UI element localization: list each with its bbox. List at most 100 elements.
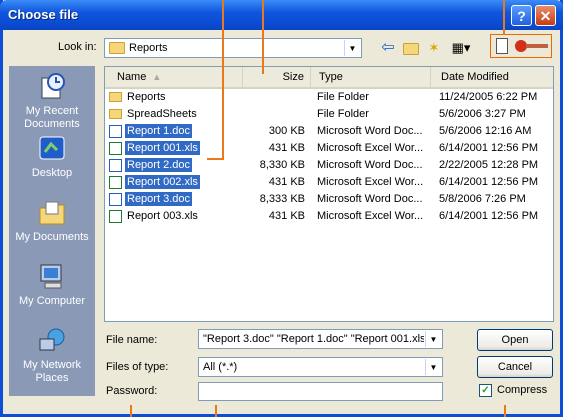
excel-spreadsheet-icon xyxy=(109,141,122,155)
excel-spreadsheet-icon xyxy=(109,175,122,189)
file-size: 431 KB xyxy=(268,210,305,222)
password-label: Password: xyxy=(106,385,158,397)
place-my-recent-documents[interactable]: My Recent Documents xyxy=(9,72,95,131)
my-computer-icon xyxy=(40,264,62,289)
file-size: 431 KB xyxy=(268,142,305,154)
file-name[interactable]: Reports xyxy=(125,90,168,104)
new-folder-icon[interactable]: ✶ xyxy=(426,40,442,56)
file-row[interactable]: Reports File Folder 11/24/2005 6:22 PM xyxy=(105,89,553,106)
close-button[interactable]: ✕ xyxy=(535,5,556,26)
password-field[interactable] xyxy=(198,382,443,401)
file-name[interactable]: Report 002.xls xyxy=(125,175,200,189)
column-header-size[interactable]: Size xyxy=(243,67,311,87)
file-date-modified: 5/6/2006 3:27 PM xyxy=(439,108,526,120)
folder-icon xyxy=(109,109,122,120)
file-date-modified: 6/14/2001 12:56 PM xyxy=(439,210,539,222)
file-row[interactable]: Report 001.xls 431 KB Microsoft Excel Wor.… xyxy=(105,140,553,157)
folder-icon xyxy=(109,42,125,55)
file-name-value[interactable]: "Report 3.doc" "Report 1.doc" "Report 00… xyxy=(203,333,424,345)
place-label: My Computer xyxy=(18,295,86,307)
callout-line xyxy=(222,0,224,160)
sort-ascending-icon: ▲ xyxy=(152,72,162,82)
file-type: File Folder xyxy=(317,91,369,103)
place-desktop[interactable]: Desktop xyxy=(9,134,95,180)
desktop-icon xyxy=(39,136,65,160)
file-date-modified: 2/22/2005 12:28 PM xyxy=(439,159,539,171)
place-my-computer[interactable]: My Computer xyxy=(9,262,95,308)
file-list-header: Name ▲ Size Type Date Modified xyxy=(105,67,553,89)
callout-line xyxy=(130,405,132,417)
file-size: 8,333 KB xyxy=(259,193,305,205)
chevron-down-icon[interactable]: ▼ xyxy=(425,359,441,375)
callout-line xyxy=(504,405,506,417)
views-menu-icon[interactable]: ▦▾ xyxy=(450,40,472,56)
place-label: My Recent Documents xyxy=(24,105,80,130)
file-type: Microsoft Excel Wor... xyxy=(317,210,424,222)
column-header-date-modified[interactable]: Date Modified xyxy=(431,67,553,87)
network-places-icon xyxy=(39,328,65,351)
file-row[interactable]: Report 1.doc 300 KB Microsoft Word Doc... 5… xyxy=(105,123,553,140)
word-document-icon xyxy=(109,192,122,206)
file-name[interactable]: SpreadSheets xyxy=(125,107,199,121)
file-type: Microsoft Word Doc... xyxy=(317,193,423,205)
file-type: Microsoft Word Doc... xyxy=(317,125,423,137)
look-in-label: Look in: xyxy=(58,41,97,53)
file-type: Microsoft Word Doc... xyxy=(317,159,423,171)
files-of-type-value: All (*.*) xyxy=(203,361,238,373)
file-date-modified: 6/14/2001 12:56 PM xyxy=(439,176,539,188)
chevron-down-icon[interactable]: ▼ xyxy=(344,40,360,56)
file-row[interactable]: Report 003.xls 431 KB Microsoft Excel Wor.… xyxy=(105,208,553,225)
file-type: Microsoft Excel Wor... xyxy=(317,142,424,154)
file-name[interactable]: Report 2.doc xyxy=(125,158,192,172)
file-row[interactable]: Report 3.doc 8,333 KB Microsoft Word Doc..… xyxy=(105,191,553,208)
place-label: My Network Places xyxy=(22,359,82,384)
place-my-documents[interactable]: My Documents xyxy=(9,198,95,244)
file-size: 8,330 KB xyxy=(259,159,305,171)
word-document-icon xyxy=(109,158,122,172)
file-name-input[interactable]: "Report 3.doc" "Report 1.doc" "Report 00… xyxy=(198,329,443,349)
file-name[interactable]: Report 3.doc xyxy=(125,192,192,206)
file-list[interactable]: Name ▲ Size Type Date Modified Reports Fil… xyxy=(104,66,554,322)
file-name[interactable]: Report 1.doc xyxy=(125,124,192,138)
files-of-type-label: Files of type: xyxy=(106,361,169,373)
excel-spreadsheet-icon xyxy=(109,209,122,223)
dialog-title: Choose file xyxy=(8,7,79,22)
file-date-modified: 11/24/2005 6:22 PM xyxy=(439,91,538,103)
file-row[interactable]: Report 2.doc 8,330 KB Microsoft Word Doc..… xyxy=(105,157,553,174)
file-type: Microsoft Excel Wor... xyxy=(317,176,424,188)
file-row[interactable]: Report 002.xls 431 KB Microsoft Excel Wor.… xyxy=(105,174,553,191)
callout-line xyxy=(503,0,505,35)
place-label: My Documents xyxy=(15,231,89,243)
back-icon[interactable]: ⇦ xyxy=(380,40,396,56)
callout-line xyxy=(215,405,217,417)
chevron-down-icon[interactable]: ▼ xyxy=(425,331,441,347)
file-date-modified: 5/6/2006 12:16 AM xyxy=(439,125,532,137)
compress-checkbox[interactable]: ✓ xyxy=(479,384,492,397)
callout-line xyxy=(207,158,224,160)
places-bar: My Recent Documents Desktop My Documents… xyxy=(9,66,95,396)
word-document-icon xyxy=(109,124,122,138)
file-size: 300 KB xyxy=(268,125,305,137)
place-label: Desktop xyxy=(31,167,73,179)
encryption-key-icon[interactable] xyxy=(490,34,552,58)
column-header-type[interactable]: Type xyxy=(311,67,431,87)
recent-documents-icon xyxy=(41,73,65,99)
my-documents-icon xyxy=(39,201,65,225)
cancel-button[interactable]: Cancel xyxy=(477,356,553,378)
compress-label: Compress xyxy=(497,384,548,396)
file-name[interactable]: Report 003.xls xyxy=(125,209,200,223)
file-date-modified: 5/8/2006 7:26 PM xyxy=(439,193,526,205)
files-of-type-dropdown[interactable]: All (*.*) ▼ xyxy=(198,357,443,377)
open-button[interactable]: Open xyxy=(477,329,553,351)
place-my-network-places[interactable]: My Network Places xyxy=(9,326,95,385)
help-button[interactable]: ? xyxy=(511,5,532,26)
title-bar[interactable]: Choose file ? ✕ xyxy=(0,0,563,30)
file-row[interactable]: SpreadSheets File Folder 5/6/2006 3:27 PM xyxy=(105,106,553,123)
folder-icon xyxy=(109,92,122,103)
file-name[interactable]: Report 001.xls xyxy=(125,141,200,155)
look-in-dropdown[interactable]: Reports ▼ xyxy=(104,38,362,58)
look-in-value: Reports xyxy=(129,42,168,54)
up-folder-icon[interactable] xyxy=(403,40,419,56)
file-name-label: File name: xyxy=(106,334,158,346)
callout-line xyxy=(262,0,264,74)
